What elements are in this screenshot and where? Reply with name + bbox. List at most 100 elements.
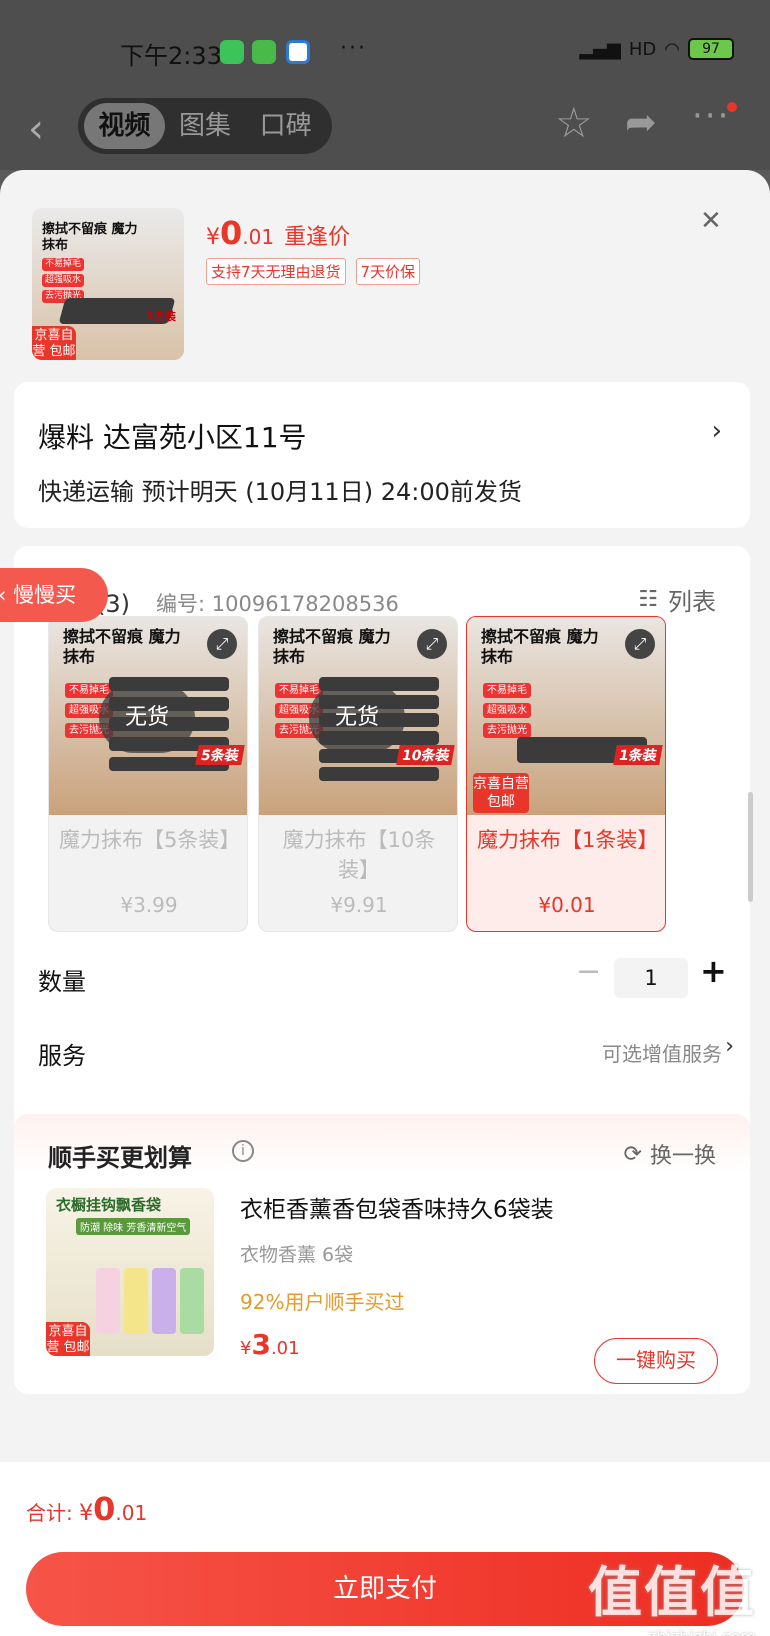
ziying-badge: 京喜自营 包邮 (473, 773, 529, 813)
upsell-card: 顺手买更划算 i ⟳ 换一换 衣橱挂钩飘香袋 防潮 除味 芳香清新空气 京喜自营… (14, 1114, 750, 1394)
media-tabs: 视频 图集 口碑 (78, 98, 332, 154)
scrollbar[interactable] (748, 792, 753, 902)
total-integer: 0 (93, 1490, 116, 1528)
slow-buy-button[interactable]: ‹ 慢慢买 (0, 568, 108, 622)
upsell-product-name[interactable]: 衣柜香薰香包袋香味持久6袋装 (240, 1190, 554, 1224)
notification-dot (727, 102, 737, 112)
price-decimal: .01 (270, 1338, 300, 1359)
refresh-button[interactable]: ⟳ 换一换 (624, 1138, 716, 1170)
chevron-right-icon[interactable]: › (725, 1034, 734, 1059)
list-label: 列表 (668, 588, 716, 616)
quantity-label: 数量 (38, 968, 86, 996)
upsell-image-title: 衣橱挂钩飘香袋 (56, 1196, 162, 1214)
share-icon[interactable]: ➦ (625, 100, 657, 144)
refresh-icon: ⟳ (623, 1141, 642, 1167)
variant-price: ¥3.99 (120, 893, 178, 917)
list-icon: ☷ (638, 587, 658, 612)
sachet-image (96, 1268, 120, 1334)
price-label: 重逢价 (284, 225, 351, 250)
variant-card[interactable]: 擦拭不留痕 魔力抹布 不易掉毛 超强吸水 去污抛光 5条装 ⤢ 无货 魔力抹布【… (48, 616, 248, 932)
more-icon[interactable]: ··· (692, 96, 730, 136)
wechat-icon (220, 40, 244, 64)
variant-image: 擦拭不留痕 魔力抹布 不易掉毛 超强吸水 去污抛光 5条装 ⤢ 无货 (49, 617, 247, 815)
quantity-minus-button[interactable]: − (576, 954, 601, 989)
purchase-sheet: 擦拭不留痕 魔力抹布 不易掉毛 超强吸水 去污抛光 1条装 京喜自营 包邮 ¥0… (0, 170, 770, 1636)
expand-icon[interactable]: ⤢ (207, 629, 237, 659)
close-icon[interactable]: ✕ (700, 206, 722, 236)
ziying-badge: 京喜自营 包邮 (46, 1322, 90, 1356)
variant-tag: 去污抛光 (483, 723, 531, 738)
variant-image-title: 擦拭不留痕 魔力抹布 (273, 627, 391, 666)
watermark-logo: 值值值 (588, 1561, 756, 1624)
tab-reviews[interactable]: 口碑 (245, 103, 326, 149)
sold-out-badge: 无货 (309, 683, 405, 753)
address-card[interactable]: 爆料 达富苑小区11号 › 快递运输 预计明天 (10月11日) 24:00前发… (14, 382, 750, 528)
variant-name: 魔力抹布【10条装】 (282, 828, 436, 882)
price-integer: 0 (220, 214, 243, 252)
cloth-stack (319, 767, 439, 781)
status-bar: 下午2:33 ··· ▂▄▆ HD ◠ 97 (0, 0, 770, 90)
favorite-star-icon[interactable]: ☆ (555, 98, 593, 147)
battery-icon: 97 (688, 38, 734, 60)
total-decimal: .01 (115, 1501, 148, 1525)
shipping-estimate: 快递运输 预计明天 (10月11日) 24:00前发货 (38, 478, 522, 506)
upsell-title: 顺手买更划算 (48, 1144, 192, 1172)
promo-tag-price-protect: 7天价保 (355, 258, 421, 285)
sachet-image (152, 1268, 176, 1334)
expand-icon[interactable]: ⤢ (625, 629, 655, 659)
variant-image-title: 擦拭不留痕 魔力抹布 (63, 627, 181, 666)
variant-tag: 超强吸水 (483, 703, 531, 718)
variant-count: 10条装 (395, 745, 455, 765)
price-currency: ¥ (240, 1338, 252, 1359)
upsell-image[interactable]: 衣橱挂钩飘香袋 防潮 除味 芳香清新空气 京喜自营 包邮 (46, 1188, 214, 1356)
app-icon (252, 40, 276, 64)
tab-video[interactable]: 视频 (84, 103, 165, 149)
variant-image: 擦拭不留痕 魔力抹布 不易掉毛 超强吸水 去污抛光 10条装 ⤢ 无货 (259, 617, 457, 815)
network-type: HD (628, 38, 657, 60)
back-icon[interactable]: ‹ (28, 106, 44, 152)
total-price: 合计: ¥0.01 (26, 1490, 147, 1528)
thumb-tag: 超强吸水 (42, 274, 85, 287)
list-view-button[interactable]: ☷ 列表 (638, 582, 716, 617)
promo-tags: 支持7天无理由退货 7天价保 (206, 258, 421, 285)
variant-card[interactable]: 擦拭不留痕 魔力抹布 不易掉毛 超强吸水 去污抛光 10条装 ⤢ 无货 魔力抹布… (258, 616, 458, 932)
sachet-image (124, 1268, 148, 1334)
more-status-icon: ··· (340, 36, 367, 61)
variant-image: 擦拭不留痕 魔力抹布 不易掉毛 超强吸水 去污抛光 1条装 ⤢ 京喜自营 包邮 (467, 617, 665, 815)
status-time: 下午2:33 (120, 42, 222, 70)
address-text: 爆料 达富苑小区11号 (38, 421, 307, 454)
service-value[interactable]: 可选增值服务 (602, 1038, 722, 1067)
status-right: ▂▄▆ HD ◠ 97 (579, 38, 734, 60)
sku-number: 编号: 10096178208536 (156, 592, 399, 616)
info-icon[interactable]: i (232, 1140, 254, 1162)
variant-tag: 不易掉毛 (483, 683, 531, 698)
refresh-label: 换一换 (649, 1144, 716, 1169)
upsell-product-spec: 衣物香薰 6袋 (240, 1244, 354, 1266)
variant-card-selected[interactable]: 擦拭不留痕 魔力抹布 不易掉毛 超强吸水 去污抛光 1条装 ⤢ 京喜自营 包邮 … (466, 616, 666, 932)
watermark: 值值值 zhizhizhi.com (588, 1548, 756, 1636)
quantity-plus-button[interactable]: + (700, 952, 727, 990)
upsell-price: ¥3.01 (240, 1328, 300, 1361)
one-click-buy-button[interactable]: 一键购买 (594, 1338, 718, 1384)
quantity-input[interactable] (614, 958, 688, 998)
chevron-right-icon: › (711, 416, 722, 446)
variant-price: ¥9.91 (330, 893, 388, 917)
expand-icon[interactable]: ⤢ (417, 629, 447, 659)
variant-name: 魔力抹布【1条装】 (477, 828, 659, 852)
promo-tag-return: 支持7天无理由退货 (206, 258, 346, 285)
sold-out-badge: 无货 (99, 683, 195, 753)
wifi-icon: ◠ (664, 38, 680, 60)
signal-icon: ▂▄▆ (579, 38, 621, 60)
tab-gallery[interactable]: 图集 (165, 103, 246, 149)
thumb-tag: 不易掉毛 (42, 258, 85, 271)
thumb-title: 擦拭不留痕 魔力抹布 (42, 222, 138, 253)
price-currency: ¥ (206, 225, 220, 250)
total-currency: ¥ (79, 1501, 94, 1526)
product-thumbnail: 擦拭不留痕 魔力抹布 不易掉毛 超强吸水 去污抛光 1条装 京喜自营 包邮 (32, 208, 184, 360)
total-label: 合计: (26, 1501, 80, 1525)
sachet-image (180, 1268, 204, 1334)
thumb-count: 1条装 (146, 310, 176, 323)
watermark-url: zhizhizhi.com (588, 1627, 756, 1636)
product-price: ¥0.01 重逢价 (206, 214, 350, 252)
upsell-image-subtitle: 防潮 除味 芳香清新空气 (76, 1218, 191, 1235)
